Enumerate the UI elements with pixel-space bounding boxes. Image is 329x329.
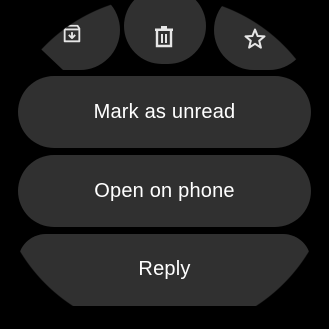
mark-as-unread-label: Mark as unread [93,100,236,123]
open-on-phone-button[interactable]: Open on phone [18,155,311,227]
watch-screen: Mark as unread Open on phone Reply [0,0,329,329]
star-icon [243,27,267,51]
reply-label: Reply [138,257,191,280]
reply-button[interactable]: Reply [18,234,311,306]
delete-icon [153,25,175,49]
archive-button[interactable] [25,0,120,70]
mark-as-unread-button[interactable]: Mark as unread [18,76,311,148]
archive-icon [61,23,83,45]
star-button[interactable] [214,0,309,70]
delete-button[interactable] [124,0,206,64]
open-on-phone-label: Open on phone [94,179,235,202]
